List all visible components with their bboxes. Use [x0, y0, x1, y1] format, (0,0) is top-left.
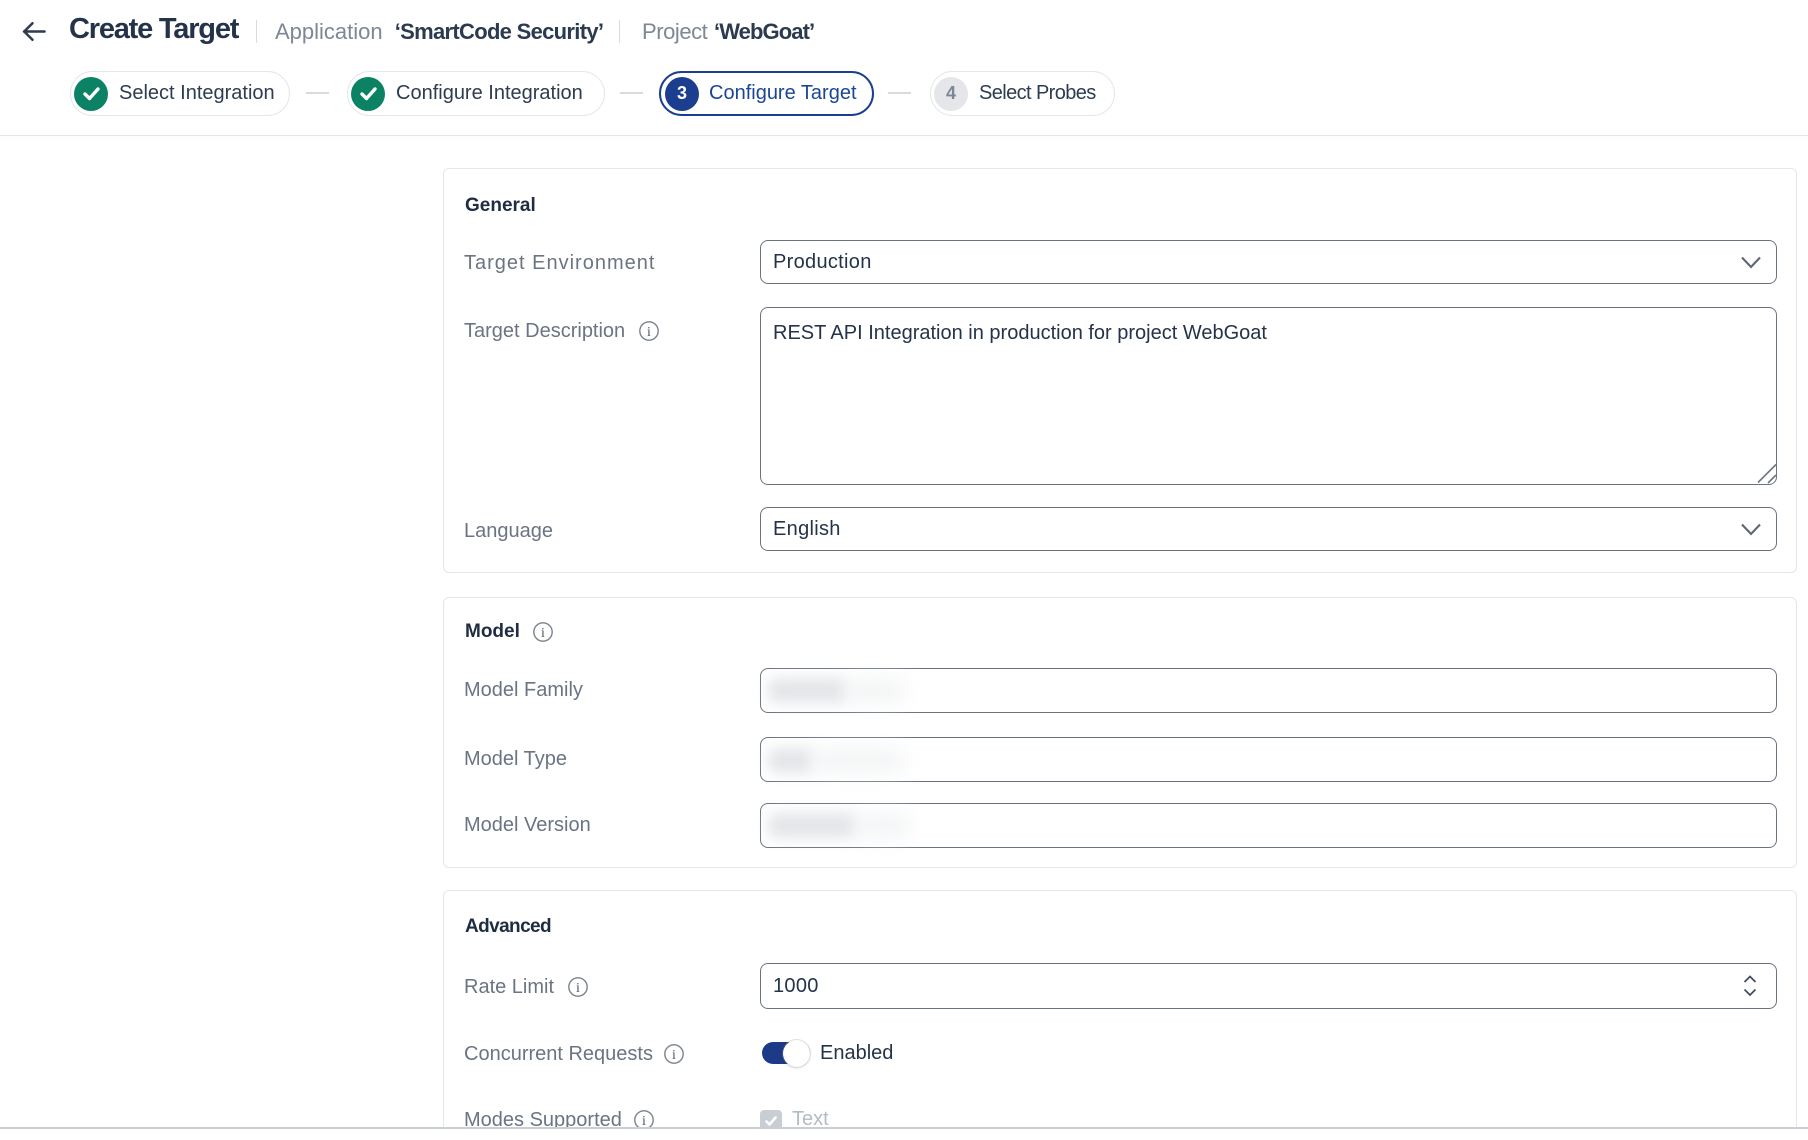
- svg-text:i: i: [672, 1048, 676, 1063]
- svg-text:i: i: [647, 325, 651, 340]
- svg-text:i: i: [541, 626, 545, 641]
- svg-text:i: i: [576, 981, 580, 996]
